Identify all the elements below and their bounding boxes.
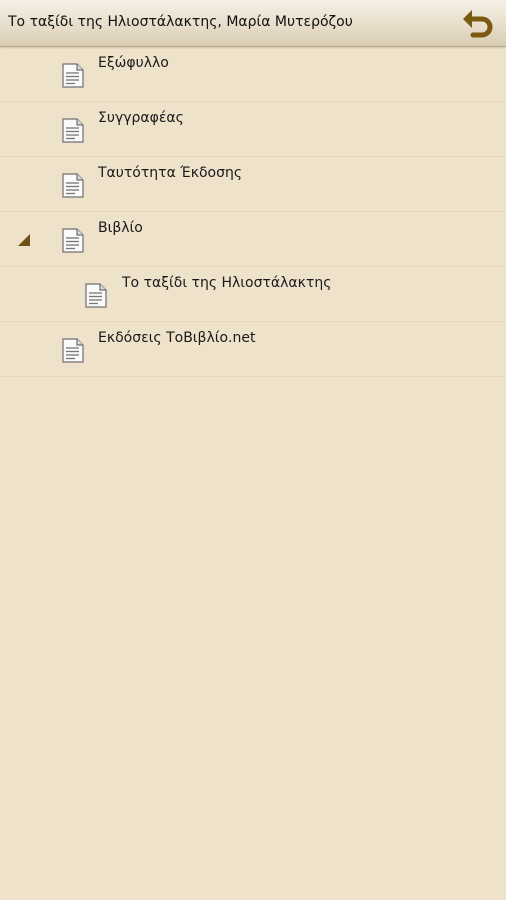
- toc-item-label: Εξώφυλλο: [98, 55, 169, 71]
- book-title: Το ταξίδι της Ηλιοστάλακτης, Μαρία Μυτερ…: [8, 14, 353, 30]
- document-icon: [62, 63, 84, 88]
- toc-item-cover[interactable]: Εξώφυλλο: [0, 47, 506, 102]
- document-icon: [62, 228, 84, 253]
- document-icon: [62, 338, 84, 363]
- toc-item-label: Βιβλίο: [98, 220, 143, 236]
- toc-item-label: Το ταξίδι της Ηλιοστάλακτης: [122, 275, 332, 291]
- back-arrow-icon: [463, 10, 493, 38]
- toc-item-publisher[interactable]: Εκδόσεις ΤοΒιβλίο.net: [0, 322, 506, 377]
- table-of-contents: Εξώφυλλο Συγγραφέας Ταυτότητα Έκδοσης Βι…: [0, 47, 506, 377]
- back-button[interactable]: [460, 7, 496, 41]
- expanded-triangle-icon[interactable]: [17, 233, 31, 247]
- app-header: Το ταξίδι της Ηλιοστάλακτης, Μαρία Μυτερ…: [0, 0, 506, 47]
- document-icon: [62, 173, 84, 198]
- toc-item-label: Συγγραφέας: [98, 110, 184, 126]
- toc-item-label: Εκδόσεις ΤοΒιβλίο.net: [98, 330, 256, 346]
- toc-item-edition-info[interactable]: Ταυτότητα Έκδοσης: [0, 157, 506, 212]
- toc-item-author[interactable]: Συγγραφέας: [0, 102, 506, 157]
- toc-item-chapter[interactable]: Το ταξίδι της Ηλιοστάλακτης: [0, 267, 506, 322]
- toc-item-book[interactable]: Βιβλίο: [0, 212, 506, 267]
- document-icon: [85, 283, 107, 308]
- document-icon: [62, 118, 84, 143]
- toc-item-label: Ταυτότητα Έκδοσης: [98, 165, 243, 181]
